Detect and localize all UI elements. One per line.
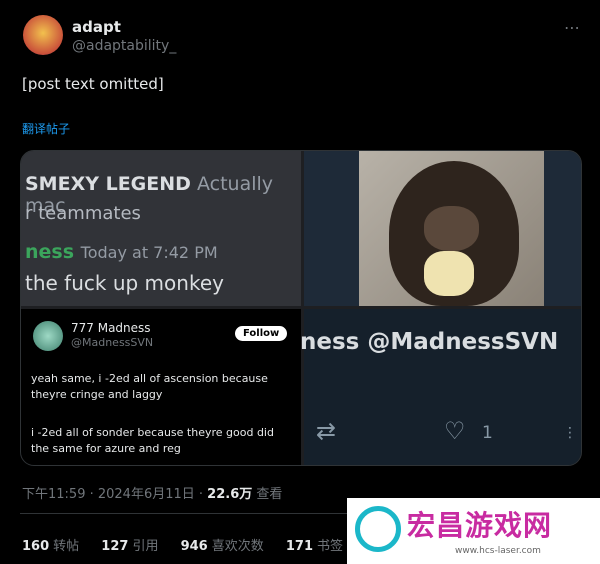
watermark-title: 宏昌游戏网 — [407, 509, 553, 542]
stat-reposts[interactable]: 160 转帖 — [22, 539, 79, 554]
handle-crop-text: ness @MadnessSVN — [300, 329, 559, 355]
discord-screenshot[interactable]: SMEXY LEGEND Actually mac r teammates ne… — [21, 151, 301, 306]
embedded-paragraph-1: yeah same, i -2ed all of ascension becau… — [31, 372, 268, 401]
author-name[interactable]: adapt — [72, 18, 121, 36]
banana — [424, 251, 474, 296]
heart-icon: ♡ — [444, 417, 466, 445]
discord-timestamp: Today at 7:42 PM — [80, 243, 218, 262]
handle-crop-screenshot[interactable]: ness @MadnessSVN ⇄ ♡ 1 ⋮ — [300, 309, 581, 465]
gorilla-photo-panel[interactable] — [304, 151, 581, 306]
discord-username-2: ness — [25, 241, 75, 263]
share-icon: ⋮ — [563, 425, 577, 441]
translate-link[interactable]: 翻译帖子 — [22, 120, 70, 137]
embedded-name: 777 Madness — [71, 321, 151, 335]
media-grid[interactable]: SMEXY LEGEND Actually mac r teammates ne… — [20, 150, 582, 466]
author-handle[interactable]: @adaptability_ — [72, 38, 176, 54]
gorilla-face — [424, 206, 479, 251]
discord-message-2: r teammates — [25, 203, 141, 224]
stat-likes[interactable]: 946 喜欢次数 — [181, 539, 264, 554]
post-text: [post text omitted] — [22, 75, 164, 93]
view-label: 查看 — [256, 487, 283, 502]
view-count: 22.6万 — [207, 487, 253, 502]
engagement-stats: 160 转帖 127 引用 946 喜欢次数 171 书签 — [22, 535, 361, 554]
discord-username: SMEXY LEGEND — [25, 173, 191, 195]
stat-quotes[interactable]: 127 引用 — [101, 539, 158, 554]
like-count: 1 — [482, 423, 493, 443]
post-timestamp[interactable]: 下午11:59 · 2024年6月11日 · — [22, 487, 203, 502]
watermark: 宏昌游戏网 www.hcs-laser.com — [347, 498, 600, 564]
stat-bookmarks[interactable]: 171 书签 — [286, 539, 343, 554]
discord-message-3: the fuck up monkey — [25, 271, 224, 295]
follow-button: Follow — [235, 326, 288, 341]
more-options-icon[interactable]: ⋯ — [564, 18, 580, 37]
author-avatar[interactable] — [23, 15, 63, 55]
post-meta: 下午11:59 · 2024年6月11日 · 22.6万 查看 — [22, 483, 282, 502]
embedded-avatar — [33, 321, 63, 351]
watermark-logo-icon — [355, 506, 401, 552]
embedded-handle: @MadnessSVN — [71, 336, 154, 349]
retweet-icon: ⇄ — [316, 417, 337, 445]
embedded-tweet-screenshot[interactable]: 777 Madness @MadnessSVN Follow yeah same… — [21, 309, 301, 465]
watermark-url: www.hcs-laser.com — [455, 546, 541, 556]
embedded-paragraph-2: i -2ed all of sonder because theyre good… — [31, 426, 274, 455]
gorilla-plush-photo — [359, 151, 544, 306]
